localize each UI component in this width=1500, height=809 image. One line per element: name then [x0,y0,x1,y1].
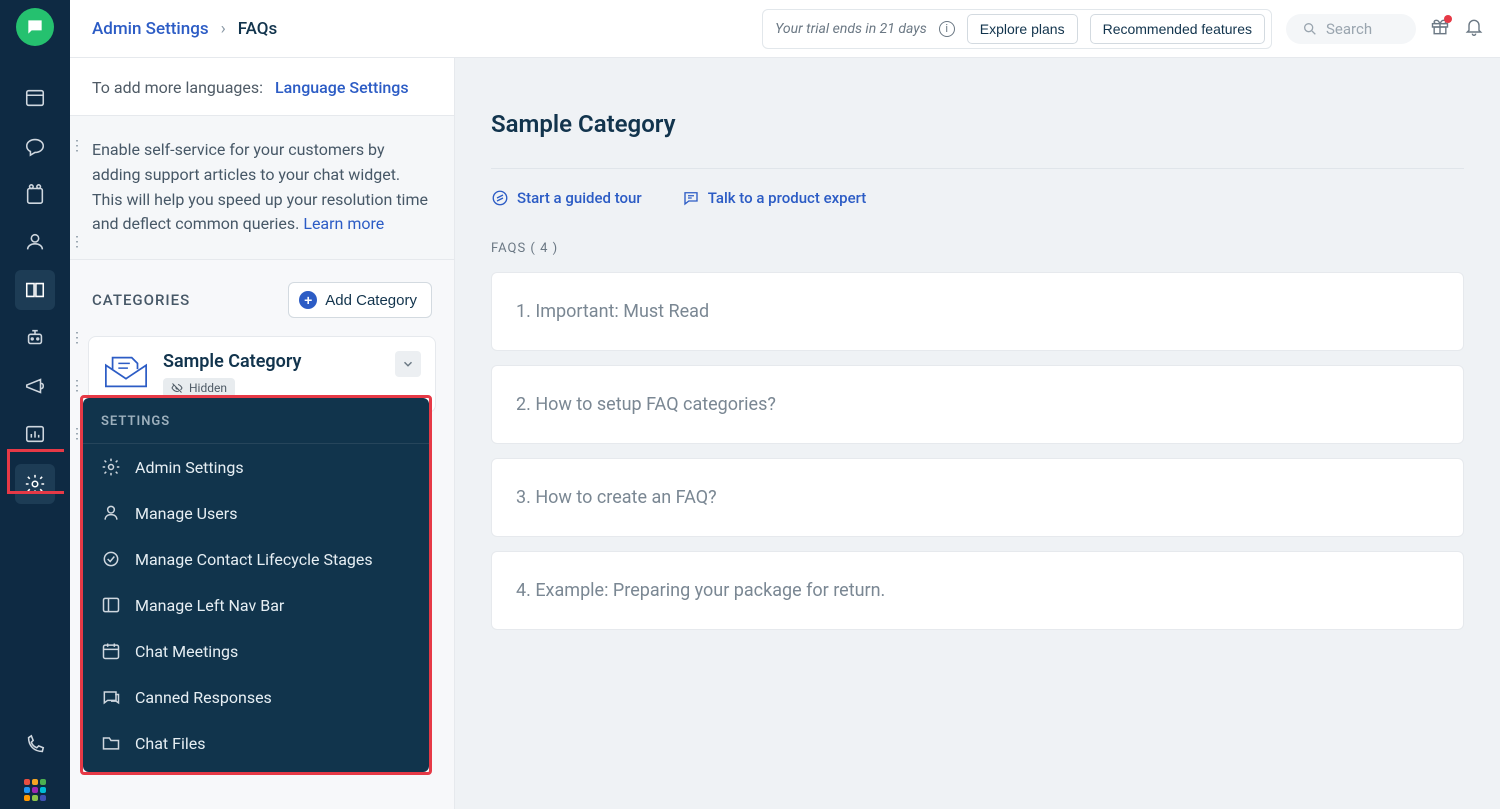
page-title: Sample Category [491,110,1464,138]
notification-dot-icon [1444,15,1452,23]
talk-to-expert-link[interactable]: Talk to a product expert [682,189,867,207]
nav-contacts[interactable]: ⋮ [15,222,55,262]
plus-icon: + [299,291,317,309]
hidden-badge-label: Hidden [189,381,227,395]
gear-icon [101,457,121,477]
add-category-label: Add Category [325,292,417,309]
settings-item-cycle[interactable]: Manage Contact Lifecycle Stages [83,536,429,582]
nav-reports[interactable]: ⋮ [15,414,55,454]
bell-icon[interactable] [1464,17,1484,41]
language-row: To add more languages: Language Settings [70,58,454,116]
nav-knowledge-base[interactable] [15,270,55,310]
folder-icon [101,733,121,753]
categories-header: CATEGORIES + Add Category [70,260,454,330]
settings-item-user[interactable]: Manage Users [83,490,429,536]
settings-item-gear[interactable]: Admin Settings [83,444,429,490]
nav-dashboard[interactable] [15,78,55,118]
recommended-features-button[interactable]: Recommended features [1090,14,1265,44]
chevron-down-icon [401,357,415,371]
more-dots-icon: ⋮ [70,144,84,148]
category-title: Sample Category [163,351,381,372]
envelope-icon [103,351,149,391]
faq-item[interactable]: 3. How to create an FAQ? [491,458,1464,537]
canned-icon [101,687,121,707]
expert-label: Talk to a product expert [708,189,867,207]
add-category-button[interactable]: + Add Category [288,282,432,318]
faq-item[interactable]: 2. How to setup FAQ categories? [491,365,1464,444]
start-guided-tour-link[interactable]: Start a guided tour [491,189,642,207]
settings-item-label: Manage Users [135,504,237,523]
divider [491,168,1464,169]
nav-phone[interactable] [15,725,55,765]
info-icon[interactable]: i [939,21,955,37]
breadcrumb-parent-link[interactable]: Admin Settings [92,19,209,39]
global-search[interactable]: Search [1286,14,1416,44]
expand-category-button[interactable] [395,351,421,377]
faq-item[interactable]: 4. Example: Preparing your package for r… [491,551,1464,630]
settings-item-calendar[interactable]: Chat Meetings [83,628,429,674]
tour-label: Start a guided tour [517,189,642,207]
more-dots-icon: ⋮ [70,240,84,244]
settings-item-label: Chat Files [135,734,206,753]
settings-popover-header: SETTINGS [83,398,429,444]
language-label: To add more languages: [92,78,263,97]
compass-icon [491,189,509,207]
settings-item-label: Manage Left Nav Bar [135,596,284,615]
trial-banner: Your trial ends in 21 days i Explore pla… [762,9,1272,49]
topbar: Admin Settings › FAQs Your trial ends in… [70,0,1500,58]
eye-off-icon [171,382,183,394]
trial-message: Your trial ends in 21 days [775,21,927,37]
help-text: Enable self-service for your customers b… [70,116,454,260]
app-logo[interactable] [16,8,54,46]
explore-plans-button[interactable]: Explore plans [967,14,1078,44]
nav-messages[interactable]: ⋮ [15,126,55,166]
nav-automation[interactable] [15,174,55,214]
learn-more-link[interactable]: Learn more [303,214,384,233]
layout-icon [101,595,121,615]
main-panel: Sample Category Start a guided tour Talk… [455,0,1500,809]
language-settings-link[interactable]: Language Settings [275,78,409,97]
settings-item-folder[interactable]: Chat Files [83,720,429,766]
cycle-icon [101,549,121,569]
highlight-box-popover: SETTINGS Admin Settings Manage Users Manag… [80,395,432,775]
categories-label: CATEGORIES [92,291,190,309]
more-dots-icon: ⋮ [70,336,84,340]
breadcrumb-current: FAQs [238,19,278,39]
search-placeholder: Search [1326,20,1372,38]
settings-item-label: Chat Meetings [135,642,238,661]
chevron-right-icon: › [221,19,226,39]
user-icon [101,503,121,523]
settings-item-label: Admin Settings [135,458,244,477]
breadcrumb: Admin Settings › FAQs [92,19,277,39]
settings-popover: SETTINGS Admin Settings Manage Users Manag… [83,398,429,772]
settings-item-label: Manage Contact Lifecycle Stages [135,550,373,569]
faq-item[interactable]: 1. Important: Must Read [491,272,1464,351]
nav-campaigns[interactable]: ⋮ [15,366,55,406]
faq-count-label: FAQS ( 4 ) [491,241,1464,256]
nav-settings[interactable] [15,464,55,504]
left-nav-rail: ⋮ ⋮ ⋮ ⋮ ⋮ [0,0,70,809]
more-dots-icon: ⋮ [70,384,84,388]
nav-bot[interactable]: ⋮ [15,318,55,358]
settings-item-layout[interactable]: Manage Left Nav Bar [83,582,429,628]
settings-item-label: Canned Responses [135,688,272,707]
chat-icon [682,189,700,207]
settings-item-canned[interactable]: Canned Responses [83,674,429,720]
app-switcher-icon[interactable] [24,779,46,801]
calendar-icon [101,641,121,661]
gift-icon[interactable] [1430,17,1450,41]
